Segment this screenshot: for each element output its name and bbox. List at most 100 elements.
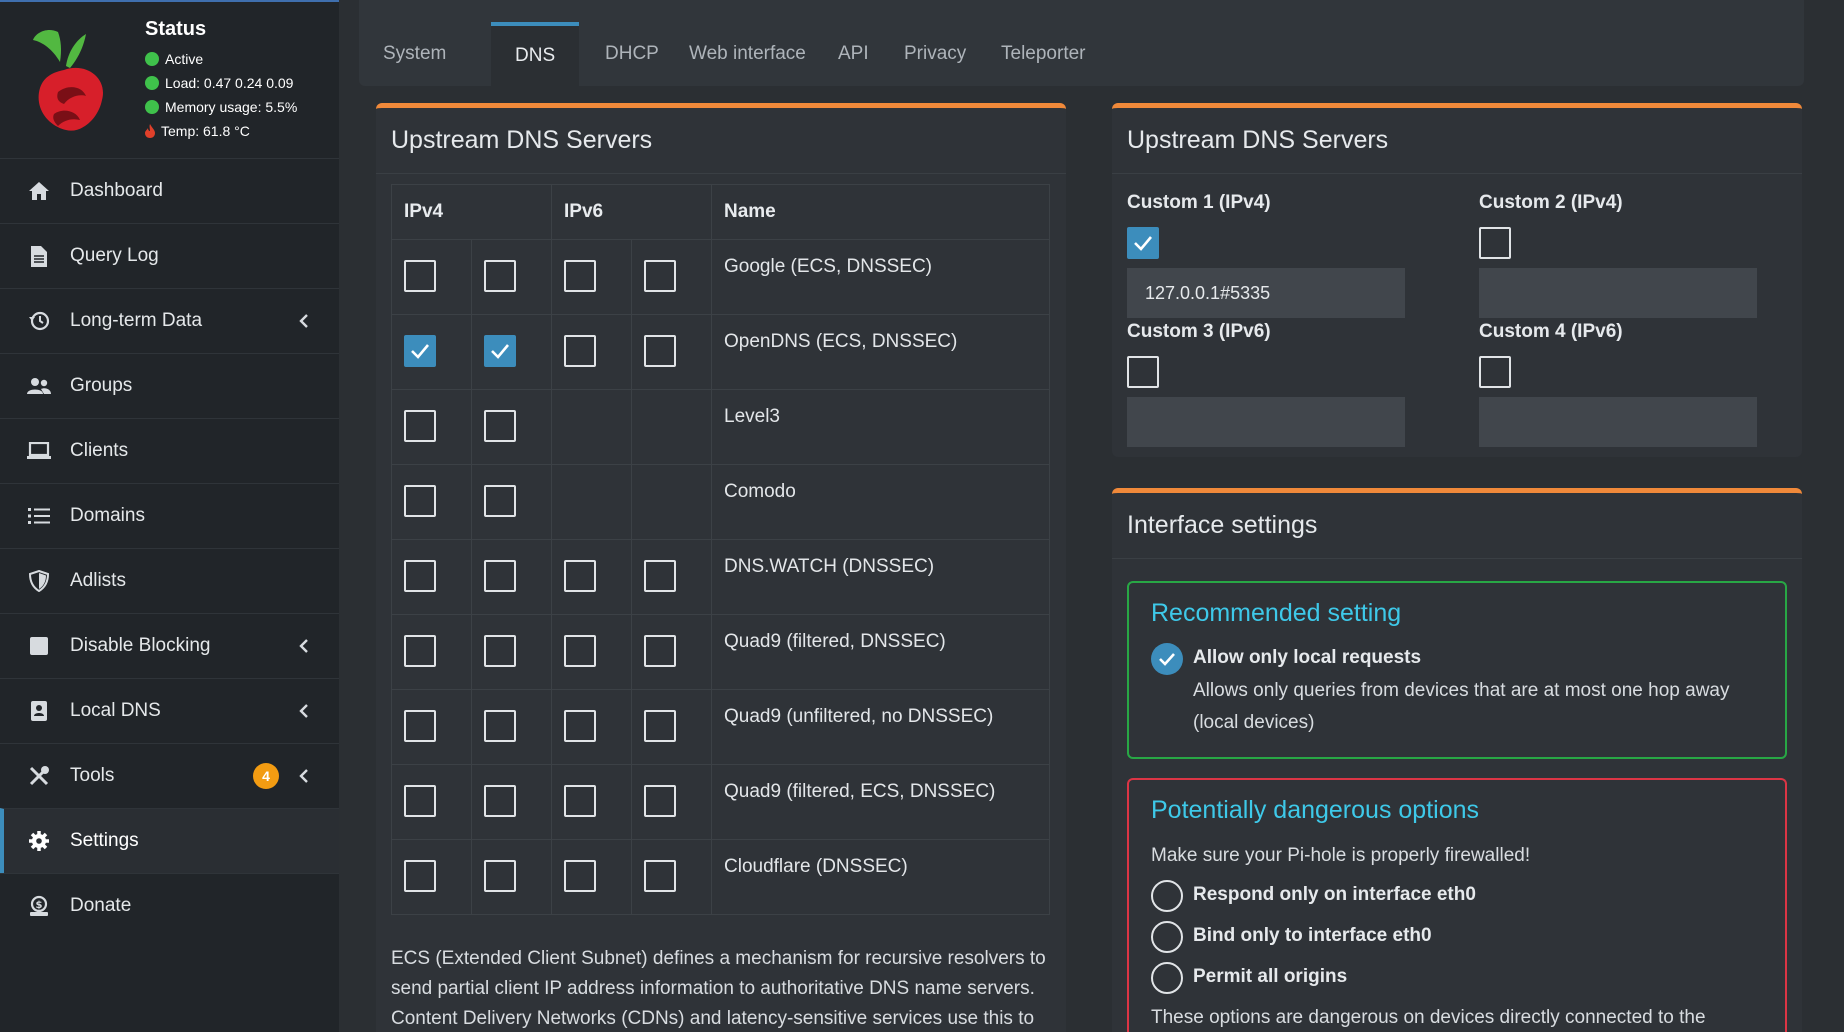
shield-icon: [27, 569, 51, 593]
allow-local-radio[interactable]: [1151, 643, 1183, 675]
sidebar-item-label: Tools: [70, 765, 115, 786]
sidebar-item-settings[interactable]: Settings: [0, 808, 339, 873]
ipv6-header: IPv6: [551, 184, 712, 240]
table-row: Google (ECS, DNSSEC): [391, 239, 1050, 315]
pihole-logo[interactable]: [28, 22, 118, 142]
ipv6-checkbox[interactable]: [644, 785, 676, 817]
ipv6-checkbox[interactable]: [644, 335, 676, 367]
custom2-input[interactable]: [1479, 268, 1757, 318]
ipv6-checkbox[interactable]: [564, 785, 596, 817]
tab-dns[interactable]: DNS: [491, 22, 580, 86]
ipv4-checkbox[interactable]: [484, 560, 516, 592]
checkbox-cell: [471, 764, 552, 840]
ipv4-checkbox[interactable]: [404, 410, 436, 442]
ipv4-checkbox[interactable]: [404, 560, 436, 592]
sidebar-item-donate[interactable]: $ Donate: [0, 873, 339, 938]
checkbox-cell: [631, 839, 712, 915]
custom4-input[interactable]: [1479, 397, 1757, 447]
server-name: Cloudflare (DNSSEC): [711, 839, 1050, 915]
status-temp: Temp: 61.8 °C: [145, 123, 250, 139]
ipv4-checkbox[interactable]: [404, 710, 436, 742]
sidebar-item-domains[interactable]: Domains: [0, 483, 339, 548]
bind-eth0-radio[interactable]: [1151, 921, 1183, 953]
sidebar-item-local-dns[interactable]: Local DNS: [0, 678, 339, 743]
ipv4-checkbox[interactable]: [484, 635, 516, 667]
checkbox-cell: [471, 539, 552, 615]
respond-eth0-radio[interactable]: [1151, 880, 1183, 912]
ipv4-checkbox[interactable]: [484, 335, 516, 367]
custom4-checkbox[interactable]: [1479, 356, 1511, 388]
sidebar-item-label: Domains: [70, 505, 145, 526]
permit-all-label: Permit all origins: [1193, 966, 1348, 987]
brand-panel: Status Active Load: 0.47 0.24 0.09 Memor…: [0, 0, 339, 158]
tools-icon: [27, 764, 51, 788]
table-row: Level3: [391, 389, 1050, 465]
ipv6-checkbox[interactable]: [564, 635, 596, 667]
sidebar-item-disable-blocking[interactable]: Disable Blocking: [0, 613, 339, 678]
ipv6-checkbox[interactable]: [564, 710, 596, 742]
sidebar-item-tools[interactable]: Tools 4: [0, 743, 339, 808]
tab-web-interface[interactable]: Web interface: [665, 22, 830, 86]
status-load: Load: 0.47 0.24 0.09: [145, 75, 293, 91]
custom1-input[interactable]: 127.0.0.1#5335: [1127, 268, 1405, 318]
tab-system[interactable]: System: [359, 22, 470, 86]
status-dot-icon: [145, 100, 159, 114]
table-row: DNS.WATCH (DNSSEC): [391, 539, 1050, 615]
ipv6-checkbox[interactable]: [644, 635, 676, 667]
ipv4-checkbox[interactable]: [404, 635, 436, 667]
ipv4-checkbox[interactable]: [484, 710, 516, 742]
sidebar-item-label: Donate: [70, 895, 132, 916]
custom2-checkbox[interactable]: [1479, 227, 1511, 259]
permit-all-radio[interactable]: [1151, 962, 1183, 994]
list-icon: [27, 504, 51, 528]
checkbox-cell: [471, 614, 552, 690]
checkbox-cell: [631, 239, 712, 315]
custom-dns-title: Upstream DNS Servers: [1112, 108, 1802, 174]
checkbox-cell: [551, 539, 632, 615]
ipv6-checkbox[interactable]: [564, 860, 596, 892]
sidebar-item-dashboard[interactable]: Dashboard: [0, 158, 339, 223]
custom-dns-box: Upstream DNS Servers Custom 1 (IPv4) Cus…: [1112, 103, 1802, 457]
ipv6-checkbox[interactable]: [564, 260, 596, 292]
ipv6-checkbox[interactable]: [644, 860, 676, 892]
ipv4-checkbox[interactable]: [484, 410, 516, 442]
ipv4-checkbox[interactable]: [404, 335, 436, 367]
users-icon: [27, 374, 51, 398]
ipv4-checkbox[interactable]: [484, 485, 516, 517]
sidebar-item-label: Long-term Data: [70, 310, 203, 331]
ipv6-checkbox[interactable]: [644, 710, 676, 742]
tab-teleporter[interactable]: Teleporter: [977, 22, 1110, 86]
custom3-input[interactable]: [1127, 397, 1405, 447]
ecs-description: ECS (Extended Client Subnet) defines a m…: [391, 948, 1046, 1029]
sidebar-item-query-log[interactable]: Query Log: [0, 223, 339, 288]
ipv4-checkbox[interactable]: [484, 785, 516, 817]
sidebar-item-adlists[interactable]: Adlists: [0, 548, 339, 613]
ipv4-checkbox[interactable]: [404, 260, 436, 292]
stop-icon: [27, 634, 51, 658]
sidebar-item-long-term-data[interactable]: Long-term Data: [0, 288, 339, 353]
checkbox-cell: [631, 689, 712, 765]
chevron-left-icon: [299, 639, 308, 653]
server-name: OpenDNS (ECS, DNSSEC): [711, 314, 1050, 390]
checkbox-cell: [631, 389, 712, 465]
custom1-checkbox[interactable]: [1127, 227, 1159, 259]
ipv4-checkbox[interactable]: [404, 785, 436, 817]
ipv6-checkbox[interactable]: [644, 560, 676, 592]
flame-icon: [145, 124, 155, 138]
ipv4-checkbox[interactable]: [484, 860, 516, 892]
server-name: Quad9 (filtered, ECS, DNSSEC): [711, 764, 1050, 840]
ipv4-checkbox[interactable]: [404, 860, 436, 892]
custom3-checkbox[interactable]: [1127, 356, 1159, 388]
ipv6-checkbox[interactable]: [564, 335, 596, 367]
upstream-dns-title: Upstream DNS Servers: [376, 108, 1066, 174]
sidebar-item-clients[interactable]: Clients: [0, 418, 339, 483]
sidebar-item-groups[interactable]: Groups: [0, 353, 339, 418]
status-active: Active: [145, 51, 203, 67]
ipv4-checkbox[interactable]: [404, 485, 436, 517]
tab-privacy[interactable]: Privacy: [880, 22, 990, 86]
ipv4-checkbox[interactable]: [484, 260, 516, 292]
ipv6-checkbox[interactable]: [644, 260, 676, 292]
ipv6-checkbox[interactable]: [564, 560, 596, 592]
chevron-left-icon: [299, 769, 308, 783]
history-icon: [27, 309, 51, 333]
